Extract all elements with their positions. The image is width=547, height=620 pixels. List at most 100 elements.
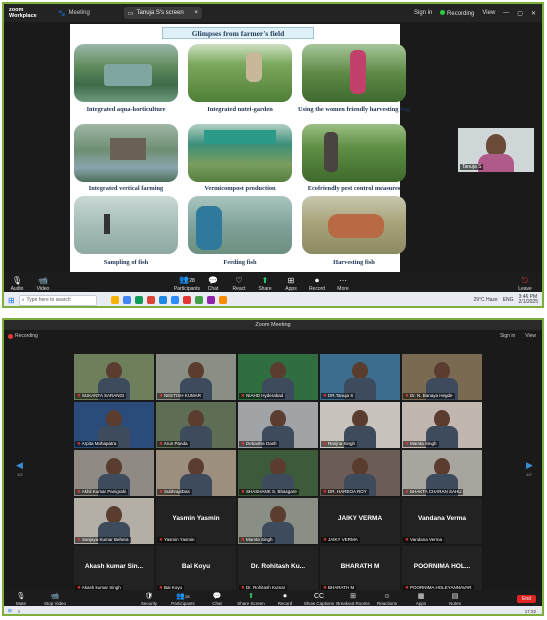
recording-dot-icon bbox=[8, 333, 13, 339]
participant-tile[interactable]: Bai Koyu ✖ Bai Koyu bbox=[156, 546, 236, 592]
app-icon[interactable] bbox=[146, 296, 155, 304]
window-title: Zoom Meeting bbox=[4, 320, 542, 330]
reactions-button[interactable]: ☺ Reactions bbox=[370, 592, 404, 606]
participant-tile[interactable]: ✖ Dr. N. Banaya Hegde bbox=[402, 354, 482, 400]
app-icon[interactable] bbox=[206, 296, 215, 304]
participant-tile[interactable]: BHARATH M ✖ BHARATH M bbox=[320, 546, 400, 592]
caption: Using the women friendly harvesting bag bbox=[297, 106, 411, 113]
participants-button[interactable]: 👥25 Participants bbox=[166, 592, 200, 606]
show-captions-button[interactable]: CC Show Captions bbox=[302, 592, 336, 606]
search-icon: ⌕ bbox=[21, 297, 25, 303]
participant-tile[interactable]: Vandana Verma ✖ Vandana Verma bbox=[402, 498, 482, 544]
react-button[interactable]: ♡ React bbox=[226, 276, 252, 292]
meeting-menu[interactable]: 🐾 Meeting bbox=[58, 10, 90, 17]
participant-tile[interactable]: ✖ Arpita Mohapatra bbox=[74, 402, 154, 448]
chat-button[interactable]: 💬 Chat bbox=[200, 276, 226, 292]
windows-start-icon[interactable]: ⊞ bbox=[8, 608, 12, 614]
next-page-icon[interactable]: ▶ bbox=[526, 460, 533, 471]
close-icon[interactable]: × bbox=[194, 10, 198, 16]
app-icon[interactable] bbox=[194, 296, 203, 304]
view-button[interactable]: View bbox=[482, 10, 495, 16]
participant-tile[interactable]: ✖ Sanjaya Kumar Behera bbox=[74, 498, 154, 544]
participant-tile[interactable]: Akash kumar Sin... ✖ Akash kumar Singh bbox=[74, 546, 154, 592]
weather-status[interactable]: 29°C Haze bbox=[473, 297, 497, 303]
participant-tile[interactable]: JAIKY VERMA ✖ JAIKY VERMA bbox=[320, 498, 400, 544]
prev-page-icon[interactable]: ◀ bbox=[16, 460, 23, 471]
minimize-icon[interactable]: — bbox=[503, 10, 509, 16]
zoom-title-bar: zoom Workplace 🐾 Meeting ▭ Tanuja S's sc… bbox=[4, 4, 542, 22]
app-icon[interactable] bbox=[134, 296, 143, 304]
windows-start-icon[interactable]: ⊞ bbox=[8, 296, 15, 305]
record-button[interactable]: ⏺ Record bbox=[304, 276, 330, 292]
search-icon[interactable]: ⌕ bbox=[18, 609, 21, 614]
app-icon[interactable] bbox=[122, 296, 131, 304]
photo-vertical-farming bbox=[74, 124, 178, 182]
participant-name: Tanuja S bbox=[460, 164, 484, 170]
leave-button[interactable]: ⎋ Leave bbox=[512, 276, 538, 292]
close-window-icon[interactable]: ✕ bbox=[531, 10, 536, 17]
share-button[interactable]: ⬆ Share bbox=[252, 276, 278, 292]
app-icon[interactable] bbox=[158, 296, 167, 304]
end-button[interactable]: End bbox=[517, 595, 536, 603]
security-button[interactable]: 🛡 Security bbox=[132, 592, 166, 606]
participant-tile[interactable]: ✖ DR. HAREOA ROY bbox=[320, 450, 400, 496]
participant-name: ✖ Akhil Kumar Panigrahi bbox=[75, 489, 129, 495]
sign-in-link[interactable]: Sign in bbox=[500, 333, 515, 339]
view-button[interactable]: View bbox=[525, 333, 536, 339]
participant-tile[interactable]: ✖ Arun Panda bbox=[156, 402, 236, 448]
participant-name: ✖ Yasmin Yasmin bbox=[157, 537, 197, 543]
taskbar-search[interactable]: ⌕ Type here to search bbox=[18, 294, 97, 306]
participant-tile[interactable]: ✖ SHASHANK S. Bhasgare bbox=[238, 450, 318, 496]
participant-tile[interactable]: ✖ Akhil Kumar Panigrahi bbox=[74, 450, 154, 496]
notes-button[interactable]: ▤ Notes bbox=[438, 592, 472, 606]
participant-tile[interactable]: ✖ Mamta Singh bbox=[238, 498, 318, 544]
audio-button[interactable]: 🎙 Audio bbox=[4, 276, 30, 292]
sign-in-link[interactable]: Sign in bbox=[414, 10, 432, 16]
apps-button[interactable]: ▦ Apps bbox=[404, 592, 438, 606]
self-view-video[interactable]: Tanuja S bbox=[458, 128, 534, 172]
stop-video-button[interactable]: 📹 Stop Video bbox=[38, 592, 72, 606]
participant-tile[interactable]: ✖ SubhrajitDas bbox=[156, 450, 236, 496]
chat-button[interactable]: 💬 Chat bbox=[200, 592, 234, 606]
clock[interactable]: 3:46 PM 2/1/2025 bbox=[519, 295, 538, 305]
lang-indicator[interactable]: ENG bbox=[503, 297, 514, 303]
apps-icon: ▦ bbox=[417, 593, 425, 600]
app-icon[interactable] bbox=[218, 296, 227, 304]
clock[interactable]: 17:22 bbox=[525, 609, 536, 614]
photo-aqua-horticulture bbox=[74, 44, 178, 102]
maximize-icon[interactable]: ▢ bbox=[517, 10, 523, 17]
participant-tile[interactable]: ✖ Debashis Dash bbox=[238, 402, 318, 448]
participant-tile[interactable]: ✖ BHAKTA CHARAN SAHU bbox=[402, 450, 482, 496]
mute-button[interactable]: 🎙 Mute bbox=[4, 592, 38, 606]
share-tab[interactable]: ▭ Tanuja S's screen × bbox=[123, 7, 202, 19]
taskbar-apps bbox=[110, 296, 227, 304]
participant-tile[interactable]: ✖ NIAHD Hyderabad bbox=[238, 354, 318, 400]
apps-button[interactable]: ⊞ Apps bbox=[278, 276, 304, 292]
participant-name: ✖ Vandana Verma bbox=[403, 537, 444, 543]
participant-tile[interactable]: ✖ NEETISH KUMAR bbox=[156, 354, 236, 400]
participant-tile[interactable]: Dr. Rohitash Ku... ✖ Dr. Rohitash Kumar bbox=[238, 546, 318, 592]
photo-feeding-fish bbox=[188, 196, 292, 254]
participant-tile[interactable]: ✖ DR.Tanuja S bbox=[320, 354, 400, 400]
meeting-status-bar: Recording Sign in View bbox=[4, 330, 542, 342]
presentation-slide: Glimpses from farmer's field Integrated … bbox=[70, 24, 410, 272]
record-button[interactable]: ⏺ Record bbox=[268, 592, 302, 606]
share-screen-button[interactable]: ⬆ Share Screen bbox=[234, 592, 268, 606]
participant-name: ✖ Ranjna Singh bbox=[321, 441, 358, 447]
participant-tile[interactable]: ✖ Ranjna Singh bbox=[320, 402, 400, 448]
more-button[interactable]: ⋯ More bbox=[330, 276, 356, 292]
video-button[interactable]: 📹 Video bbox=[30, 276, 56, 292]
leave-icon: ⎋ bbox=[521, 276, 529, 285]
zoom-app-icon[interactable] bbox=[170, 296, 179, 304]
participants-icon: 👥28 bbox=[179, 275, 195, 284]
participant-tile[interactable]: ✖ SUKANTA SARANGI bbox=[74, 354, 154, 400]
participant-tile[interactable]: Yasmin Yasmin ✖ Yasmin Yasmin bbox=[156, 498, 236, 544]
participant-display-name: JAIKY VERMA bbox=[337, 515, 383, 522]
app-icon[interactable] bbox=[110, 296, 119, 304]
breakout-rooms-button[interactable]: ⊞ Breakout Rooms bbox=[336, 592, 370, 606]
participants-button[interactable]: 👥28 Participants bbox=[174, 275, 200, 292]
app-icon[interactable] bbox=[182, 296, 191, 304]
participant-tile[interactable]: POORNIMA HOL... ✖ POORNIMA HOLEYANNAVAR bbox=[402, 546, 482, 592]
participant-tile[interactable]: ✖ Mamta Singh bbox=[402, 402, 482, 448]
share-screen-icon: ⬆ bbox=[261, 276, 269, 285]
